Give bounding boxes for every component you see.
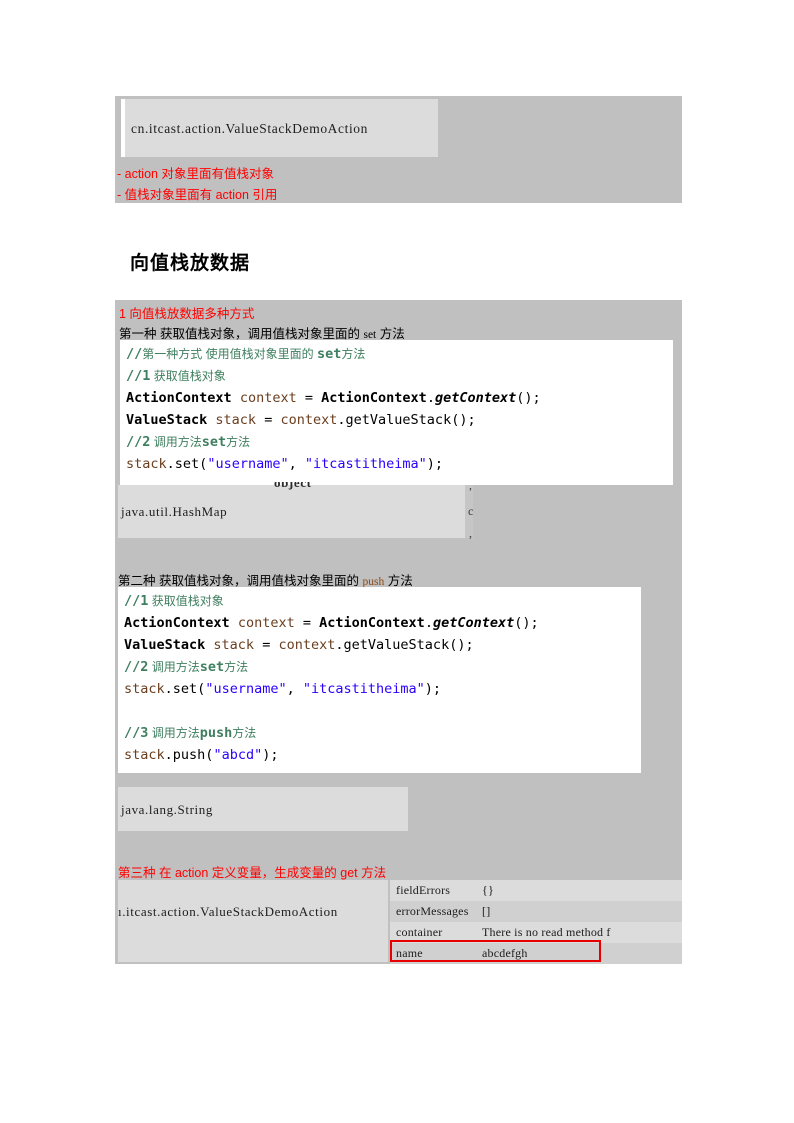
table-cell-value: abcdefgh (482, 946, 528, 960)
class-name-box-left-gutter (121, 99, 125, 157)
code-line: stack.set("username", "itcastitheima"); (126, 456, 444, 472)
bottom-left-panel (118, 880, 388, 962)
table-cell-value: [] (482, 904, 491, 918)
hashmap-clipped-header: object (274, 482, 312, 490)
way1-label-text-b: 方法 (379, 327, 405, 341)
hashmap-box-wrap: object java.util.HashMap , c , (118, 482, 473, 542)
table-cell-value: There is no read method f (482, 925, 611, 939)
table-row[interactable]: fieldErrors {} (390, 880, 682, 901)
code-line: //1 获取值栈对象 (126, 368, 226, 384)
code-line: ActionContext context = ActionContext.ge… (126, 390, 541, 406)
table-row-name[interactable]: name abcdefgh (390, 943, 682, 964)
property-table: fieldErrors {} errorMessages [] containe… (390, 880, 682, 964)
page-title: 向值栈放数据 (130, 253, 251, 274)
hashmap-clipped-col-3: , (469, 526, 473, 540)
document-page: cn.itcast.action.ValueStackDemoAction - … (0, 0, 794, 1123)
numbered-note: 1 向值栈放数据多种方式 (119, 307, 255, 321)
code-line: //2 调用方法set方法 (126, 434, 251, 450)
code-line: ValueStack stack = context.getValueStack… (126, 412, 476, 428)
code-line: //2 调用方法set方法 (124, 659, 249, 675)
bottom-left-panel-text: ı.itcast.action.ValueStackDemoAction (118, 904, 338, 919)
table-cell-value: {} (482, 883, 494, 897)
hashmap-clipped-col-2: c (468, 504, 473, 518)
string-box-text: java.lang.String (121, 802, 213, 817)
code-line: ValueStack stack = context.getValueStack… (124, 637, 474, 653)
way1-label-text-a: 第一种 获取值栈对象，调用值栈对象里面的 (119, 327, 360, 341)
way2-label-text-b: 方法 (387, 574, 413, 588)
code-block-set-method: //第一种方式 使用值栈对象里面的 set方法 //1 获取值栈对象 Actio… (120, 340, 673, 485)
code-block-push-method: //1 获取值栈对象 ActionContext context = Actio… (118, 587, 641, 773)
table-row[interactable]: errorMessages [] (390, 901, 682, 922)
way2-label-text-a: 第二种 获取值栈对象，调用值栈对象里面的 (118, 574, 359, 588)
code-line: //3 调用方法push方法 (124, 725, 257, 741)
code-line: //第一种方式 使用值栈对象里面的 set方法 (126, 346, 366, 362)
table-cell-key: fieldErrors (396, 883, 451, 897)
top-note-1: - action 对象里面有值栈对象 (117, 167, 274, 181)
code-line: stack.push("abcd"); (124, 747, 279, 763)
hashmap-clipped-col-1: , (469, 482, 473, 492)
code-line: stack.set("username", "itcastitheima"); (124, 681, 442, 697)
code-line: //1 获取值栈对象 (124, 593, 224, 609)
table-cell-key: container (396, 925, 443, 939)
table-cell-key: errorMessages (396, 904, 469, 918)
table-cell-key: name (396, 946, 423, 960)
class-name-box-text: cn.itcast.action.ValueStackDemoAction (131, 121, 369, 136)
table-row[interactable]: container There is no read method f (390, 922, 682, 943)
code-line: ActionContext context = ActionContext.ge… (124, 615, 539, 631)
bottom-screenshot-wrap: ı.itcast.action.ValueStackDemoAction fie… (118, 878, 682, 964)
hashmap-box-text: java.util.HashMap (121, 504, 228, 519)
top-note-2: - 值栈对象里面有 action 引用 (117, 188, 278, 202)
